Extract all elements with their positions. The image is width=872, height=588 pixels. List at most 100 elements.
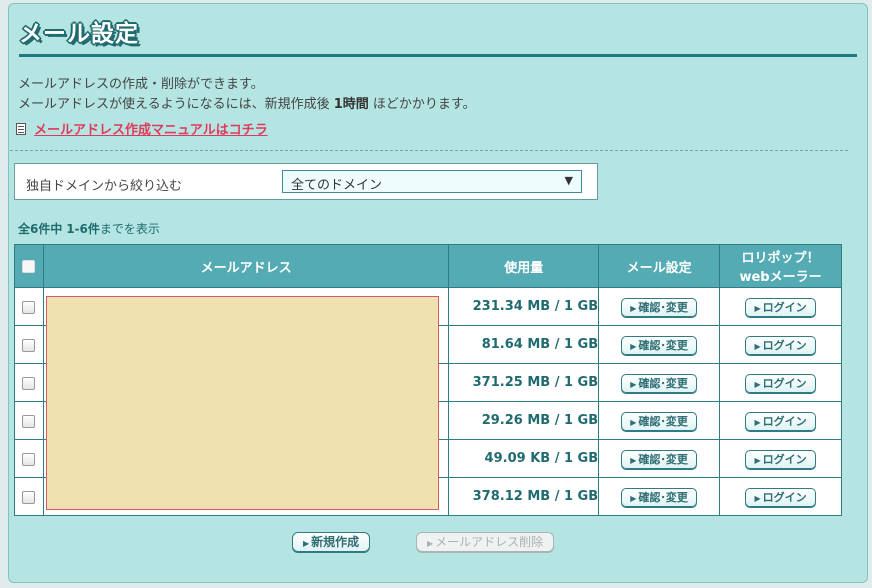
webmailer-cell: ▶ ログイン (719, 325, 842, 364)
confirm-change-label: 確認･変更 (638, 491, 688, 504)
webmailer-cell: ▶ ログイン (719, 363, 842, 402)
description-text: メールアドレスが使えるようになるには、新規作成後 (18, 97, 334, 112)
domain-select-value: 全てのドメイン (291, 178, 383, 193)
description-line-1: メールアドレスの作成・削除ができます。 (18, 77, 264, 92)
row-select-cell (14, 287, 44, 326)
triangle-right-icon: ▶ (630, 456, 637, 465)
triangle-right-icon: ▶ (754, 456, 761, 465)
row-checkbox[interactable] (22, 491, 36, 504)
login-label: ログイン (762, 377, 807, 390)
triangle-right-icon: ▶ (754, 304, 761, 313)
login-button[interactable]: ▶ ログイン (745, 336, 816, 355)
new-address-label: 新規作成 (311, 535, 360, 549)
header-usage: 使用量 (448, 244, 600, 288)
usage-cell: 49.09 KB / 1 GB (448, 439, 600, 478)
usage-cell: 231.34 MB / 1 GB (448, 287, 600, 326)
dropdown-arrow-icon: ▼ (564, 174, 573, 187)
mail-settings-cell: ▶ 確認･変更 (598, 477, 721, 516)
confirm-change-button[interactable]: ▶ 確認･変更 (621, 298, 697, 317)
login-button[interactable]: ▶ ログイン (745, 374, 816, 393)
usage-cell: 81.64 MB / 1 GB (448, 325, 600, 364)
row-checkbox[interactable] (22, 301, 36, 314)
header-webmailer-line1: ロリポップ！ (741, 251, 820, 266)
triangle-right-icon: ▶ (754, 418, 761, 427)
row-select-cell (14, 401, 44, 440)
new-address-button[interactable]: ▶ 新規作成 (292, 532, 371, 552)
triangle-right-icon: ▶ (630, 380, 637, 389)
delete-address-button[interactable]: ▶ メールアドレス削除 (416, 532, 555, 552)
usage-cell: 29.26 MB / 1 GB (448, 401, 600, 440)
confirm-change-button[interactable]: ▶ 確認･変更 (621, 488, 697, 507)
count-total: 全6件中 (18, 222, 63, 236)
select-all-checkbox[interactable] (22, 259, 36, 273)
login-button[interactable]: ▶ ログイン (745, 450, 816, 469)
mail-settings-cell: ▶ 確認･変更 (598, 287, 721, 326)
header-webmailer: ロリポップ！ webメーラー (719, 244, 842, 288)
webmailer-cell: ▶ ログイン (719, 401, 842, 440)
confirm-change-button[interactable]: ▶ 確認･変更 (621, 374, 697, 393)
manual-link-row: メールアドレス作成マニュアルはコチラ (16, 119, 268, 138)
page-title: メール設定 (19, 21, 139, 47)
header-webmailer-line2: webメーラー (739, 270, 822, 285)
confirm-change-label: 確認･変更 (638, 339, 688, 352)
login-label: ログイン (762, 453, 807, 466)
webmailer-cell: ▶ ログイン (719, 287, 842, 326)
confirm-change-label: 確認･変更 (638, 415, 688, 428)
login-label: ログイン (762, 491, 807, 504)
login-label: ログイン (762, 301, 807, 314)
triangle-right-icon: ▶ (754, 494, 761, 503)
delete-address-label: メールアドレス削除 (435, 535, 544, 549)
description-line-2: メールアドレスが使えるようになるには、新規作成後 1時間 ほどかかります。 (18, 93, 476, 112)
triangle-right-icon: ▶ (630, 418, 637, 427)
triangle-right-icon: ▶ (630, 342, 637, 351)
select-all-cell (14, 244, 44, 288)
confirm-change-button[interactable]: ▶ 確認･変更 (621, 336, 697, 355)
domain-filter-label: 独自ドメインから絞り込む (26, 179, 183, 194)
login-label: ログイン (762, 415, 807, 428)
confirm-change-label: 確認･変更 (638, 453, 688, 466)
mail-settings-cell: ▶ 確認･変更 (598, 363, 721, 402)
description-text-end: ほどかかります。 (368, 97, 476, 112)
triangle-right-icon: ▶ (303, 539, 310, 548)
login-button[interactable]: ▶ ログイン (745, 412, 816, 431)
count-suffix: までを表示 (99, 222, 160, 236)
webmailer-cell: ▶ ログイン (719, 439, 842, 478)
row-select-cell (14, 477, 44, 516)
confirm-change-label: 確認･変更 (638, 301, 688, 314)
redacted-address-block (46, 296, 439, 510)
confirm-change-label: 確認･変更 (638, 377, 688, 390)
document-icon (16, 122, 26, 135)
triangle-right-icon: ▶ (754, 342, 761, 351)
confirm-change-button[interactable]: ▶ 確認･変更 (621, 450, 697, 469)
row-checkbox[interactable] (22, 415, 36, 428)
confirm-change-button[interactable]: ▶ 確認･変更 (621, 412, 697, 431)
row-checkbox[interactable] (22, 377, 36, 390)
count-range: 1-6件 (66, 222, 100, 236)
divider (10, 150, 848, 151)
triangle-right-icon: ▶ (754, 380, 761, 389)
title-underline (19, 54, 857, 57)
usage-cell: 371.25 MB / 1 GB (448, 363, 600, 402)
result-count: 全6件中 1-6件までを表示 (18, 220, 160, 237)
row-select-cell (14, 325, 44, 364)
mail-settings-cell: ▶ 確認･変更 (598, 325, 721, 364)
login-label: ログイン (762, 339, 807, 352)
header-mail-settings: メール設定 (598, 244, 721, 288)
domain-select[interactable]: 全てのドメイン ▼ (282, 170, 582, 193)
login-button[interactable]: ▶ ログイン (745, 488, 816, 507)
header-address: メールアドレス (42, 244, 450, 288)
triangle-right-icon: ▶ (427, 539, 434, 548)
mail-settings-cell: ▶ 確認･変更 (598, 401, 721, 440)
row-select-cell (14, 363, 44, 402)
domain-filter-box: 独自ドメインから絞り込む 全てのドメイン ▼ (14, 163, 598, 200)
table-header-row: メールアドレス 使用量 メール設定 ロリポップ！ webメーラー (14, 244, 842, 288)
triangle-right-icon: ▶ (630, 494, 637, 503)
row-checkbox[interactable] (22, 453, 36, 466)
row-checkbox[interactable] (22, 339, 36, 352)
triangle-right-icon: ▶ (630, 304, 637, 313)
usage-cell: 378.12 MB / 1 GB (448, 477, 600, 516)
login-button[interactable]: ▶ ログイン (745, 298, 816, 317)
description-emphasis: 1時間 (333, 97, 369, 112)
manual-link[interactable]: メールアドレス作成マニュアルはコチラ (34, 119, 268, 138)
row-select-cell (14, 439, 44, 478)
